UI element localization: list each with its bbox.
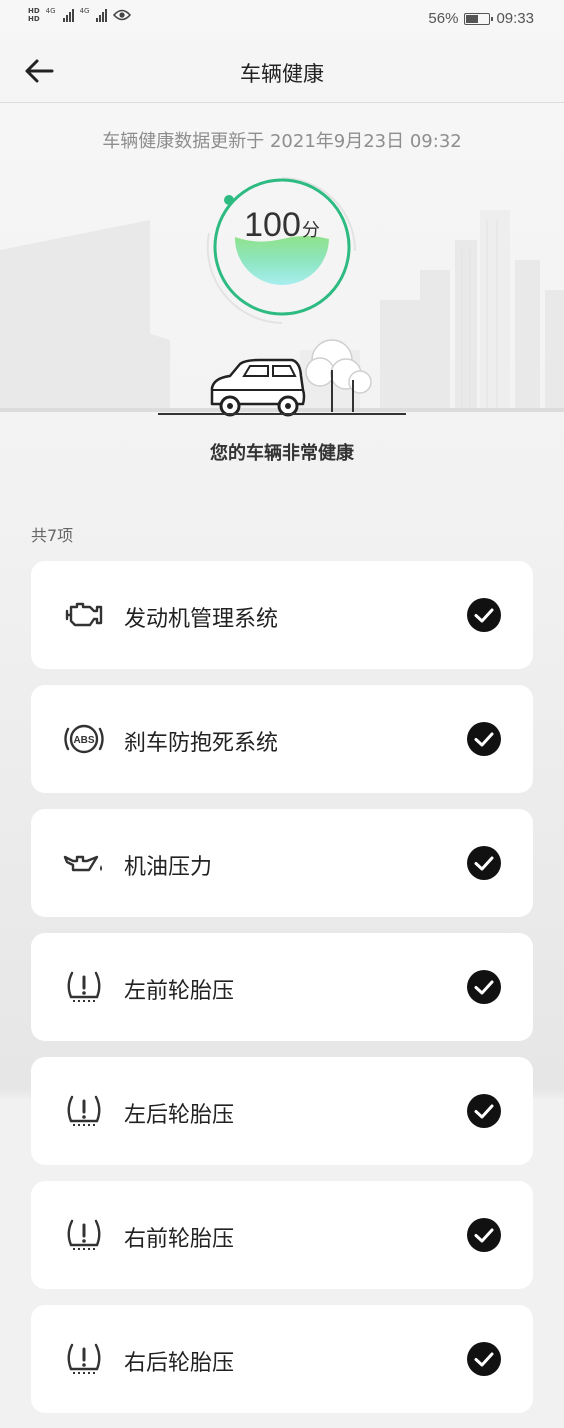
status-right: 56% 09:33: [428, 10, 534, 27]
check-item-abs[interactable]: ABS 刹车防抱死系统: [31, 685, 533, 793]
check-circle-icon: [467, 1094, 501, 1128]
signal-icon: [62, 8, 74, 22]
item-label: 机油压力: [124, 855, 213, 880]
check-item-rear-right-tire[interactable]: 右后轮胎压: [31, 1305, 533, 1413]
health-score: 100分: [200, 206, 364, 245]
health-status-message: 您的车辆非常健康: [210, 443, 354, 464]
health-score-gauge: [206, 177, 356, 324]
check-item-rear-left-tire[interactable]: 左后轮胎压: [31, 1057, 533, 1165]
item-label: 右后轮胎压: [124, 1351, 235, 1376]
check-circle-icon: [467, 846, 501, 880]
clock: 09:33: [496, 10, 534, 27]
check-circle-icon: [467, 970, 501, 1004]
abs-icon: ABS: [64, 724, 104, 754]
network-type-2: 4G: [79, 7, 90, 15]
check-circle-icon: [467, 1342, 501, 1376]
score-unit: 分: [301, 220, 320, 241]
status-bar: HD HD 4G 4G 56% 09:33: [0, 0, 564, 40]
update-timestamp: 车辆健康数据更新于 2021年9月23日 09:32: [102, 131, 462, 152]
hd-icon: HD HD: [28, 7, 40, 23]
app-header: 车辆健康: [0, 40, 564, 103]
check-item-engine-management[interactable]: 发动机管理系统: [31, 561, 533, 669]
oil-pressure-icon: [63, 855, 102, 872]
item-label: 左后轮胎压: [124, 1103, 235, 1128]
svg-text:ABS: ABS: [73, 735, 94, 746]
item-label: 刹车防抱死系统: [124, 731, 279, 756]
eye-icon: [113, 9, 132, 21]
tire-pressure-icon: [67, 1219, 101, 1250]
network-type: 4G: [45, 7, 56, 15]
check-circle-icon: [467, 1218, 501, 1252]
check-circle-icon: [467, 598, 501, 632]
check-item-front-left-tire[interactable]: 左前轮胎压: [31, 933, 533, 1041]
tire-pressure-icon: [67, 1095, 101, 1126]
signal-icon-2: [96, 8, 108, 22]
check-item-oil-pressure[interactable]: 机油压力: [31, 809, 533, 917]
tire-pressure-icon: [67, 971, 101, 1002]
item-label: 右前轮胎压: [124, 1227, 235, 1252]
check-item-front-right-tire[interactable]: 右前轮胎压: [31, 1181, 533, 1289]
score-value: 100: [244, 206, 301, 244]
battery-icon: [464, 12, 494, 25]
engine-icon: [65, 602, 103, 627]
battery-percent: 56%: [428, 10, 459, 27]
check-circle-icon: [467, 722, 501, 756]
network-indicators: HD HD 4G 4G: [28, 7, 132, 23]
page-title: 车辆健康: [240, 62, 324, 86]
car-illustration: [158, 339, 406, 417]
tire-pressure-icon: [67, 1343, 101, 1374]
item-count: 共7项: [31, 526, 74, 545]
item-label: 左前轮胎压: [124, 979, 235, 1004]
item-label: 发动机管理系统: [124, 607, 279, 632]
